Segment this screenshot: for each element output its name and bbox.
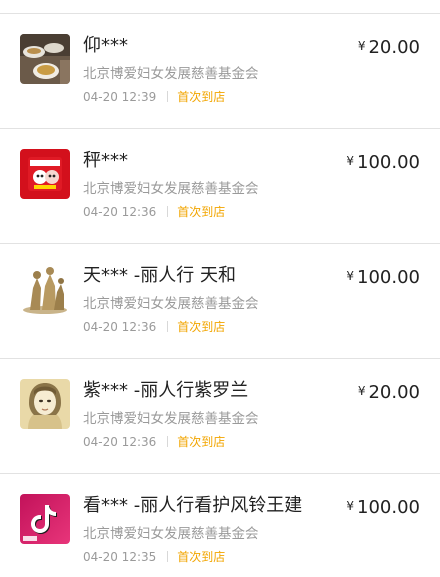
donor-name: 秤*** — [83, 150, 128, 171]
donation-meta: 04-20 12:36 首次到店 — [83, 319, 225, 335]
separator — [167, 321, 169, 332]
donor-name: 天*** -丽人行 天和 — [83, 265, 236, 286]
sketch-portrait-avatar — [20, 379, 70, 429]
organization-name: 北京博爱妇女发展慈善基金会 — [83, 296, 259, 312]
separator — [167, 206, 169, 217]
donation-time: 04-20 12:36 — [83, 205, 157, 219]
statue-avatar — [20, 264, 70, 314]
tea-photo-avatar — [20, 34, 70, 84]
amount-value: 20.00 — [368, 382, 420, 403]
donation-item[interactable]: 秤*** 北京博爱妇女发展慈善基金会 04-20 12:36 首次到店 ¥100.… — [0, 129, 440, 244]
donation-time: 04-20 12:36 — [83, 435, 157, 449]
donor-name: 仰*** — [83, 35, 128, 56]
amount-value: 100.00 — [357, 152, 420, 173]
donation-amount: ¥100.00 — [346, 494, 420, 520]
currency-symbol: ¥ — [346, 499, 355, 513]
organization-name: 北京博爱妇女发展慈善基金会 — [83, 526, 259, 542]
first-visit-tag: 首次到店 — [177, 205, 226, 219]
donation-time: 04-20 12:36 — [83, 320, 157, 334]
donation-item[interactable]: 天*** -丽人行 天和 北京博爱妇女发展慈善基金会 04-20 12:36 首次… — [0, 244, 440, 359]
currency-symbol: ¥ — [357, 39, 366, 53]
donation-amount: ¥20.00 — [358, 34, 420, 60]
amount-value: 20.00 — [368, 37, 420, 58]
donation-meta: 04-20 12:35 首次到店 — [83, 549, 225, 565]
tiktok-logo-avatar — [20, 494, 70, 544]
donation-time: 04-20 12:39 — [83, 90, 157, 104]
currency-symbol: ¥ — [346, 154, 355, 168]
separator — [167, 551, 169, 562]
donation-amount: ¥20.00 — [358, 379, 420, 405]
donation-meta: 04-20 12:39 首次到店 — [83, 89, 225, 105]
organization-name: 北京博爱妇女发展慈善基金会 — [83, 411, 259, 427]
donation-amount: ¥100.00 — [346, 149, 420, 175]
donation-item[interactable]: 仰*** 北京博爱妇女发展慈善基金会 04-20 12:39 首次到店 ¥20.0… — [0, 14, 440, 129]
currency-symbol: ¥ — [357, 384, 366, 398]
donor-name: 看*** -丽人行看护风铃王建 — [83, 495, 303, 516]
red-cartoon-avatar — [20, 149, 70, 199]
currency-symbol: ¥ — [346, 269, 355, 283]
separator — [167, 91, 169, 102]
amount-value: 100.00 — [357, 267, 420, 288]
amount-value: 100.00 — [357, 497, 420, 518]
first-visit-tag: 首次到店 — [177, 90, 226, 104]
first-visit-tag: 首次到店 — [177, 435, 226, 449]
separator — [167, 436, 169, 447]
first-visit-tag: 首次到店 — [177, 550, 226, 564]
first-visit-tag: 首次到店 — [177, 320, 226, 334]
donation-time: 04-20 12:35 — [83, 550, 157, 564]
donor-name: 紫*** -丽人行紫罗兰 — [83, 380, 249, 401]
donation-item[interactable]: 紫*** -丽人行紫罗兰 北京博爱妇女发展慈善基金会 04-20 12:36 首次… — [0, 359, 440, 474]
donation-item[interactable]: 看*** -丽人行看护风铃王建 北京博爱妇女发展慈善基金会 04-20 12:3… — [0, 474, 440, 577]
donation-meta: 04-20 12:36 首次到店 — [83, 434, 225, 450]
donation-list: 仰*** 北京博爱妇女发展慈善基金会 04-20 12:39 首次到店 ¥20.0… — [0, 0, 440, 577]
organization-name: 北京博爱妇女发展慈善基金会 — [83, 66, 259, 82]
donation-amount: ¥100.00 — [346, 264, 420, 290]
organization-name: 北京博爱妇女发展慈善基金会 — [83, 181, 259, 197]
donation-meta: 04-20 12:36 首次到店 — [83, 204, 225, 220]
